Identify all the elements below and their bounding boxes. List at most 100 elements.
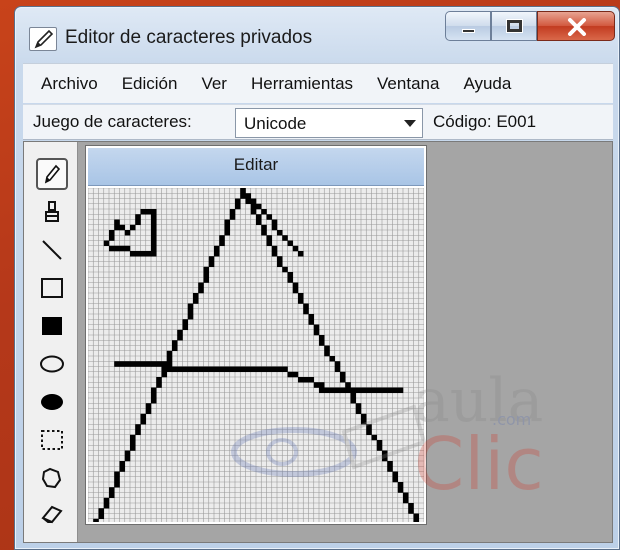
glyph-pixel[interactable] xyxy=(114,219,120,226)
glyph-pixel[interactable] xyxy=(224,366,231,373)
glyph-pixel[interactable] xyxy=(124,450,131,457)
glyph-pixel[interactable] xyxy=(240,188,246,194)
glyph-pixel[interactable] xyxy=(250,366,257,373)
glyph-pixel[interactable] xyxy=(256,366,262,373)
glyph-pixel[interactable] xyxy=(366,387,372,394)
glyph-pixel[interactable] xyxy=(119,461,126,467)
glyph-pixel[interactable] xyxy=(376,387,383,394)
glyph-pixel[interactable] xyxy=(319,340,325,346)
glyph-pixel[interactable] xyxy=(130,224,136,231)
glyph-pixel[interactable] xyxy=(282,266,288,273)
glyph-pixel[interactable] xyxy=(287,272,294,278)
glyph-pixel[interactable] xyxy=(103,240,110,247)
glyph-pixel[interactable] xyxy=(340,387,346,394)
charset-select[interactable]: Unicode xyxy=(235,108,423,138)
glyph-pixel[interactable] xyxy=(392,476,399,483)
glyph-pixel[interactable] xyxy=(177,335,183,341)
glyph-pixel[interactable] xyxy=(193,298,199,304)
glyph-pixel[interactable] xyxy=(214,245,220,252)
tool-freeform-selection[interactable] xyxy=(36,462,68,494)
glyph-pixel[interactable] xyxy=(114,245,120,252)
glyph-pixel[interactable] xyxy=(282,235,288,241)
glyph-pixel[interactable] xyxy=(303,377,309,383)
glyph-pixel[interactable] xyxy=(114,224,120,231)
glyph-pixel[interactable] xyxy=(319,387,325,394)
glyph-pixel[interactable] xyxy=(266,214,273,220)
glyph-pixel[interactable] xyxy=(203,277,210,283)
glyph-pixel[interactable] xyxy=(303,303,309,310)
glyph-pixel[interactable] xyxy=(261,366,267,373)
glyph-pixel[interactable] xyxy=(98,513,105,520)
maximize-button[interactable] xyxy=(491,11,537,41)
glyph-pixel[interactable] xyxy=(177,329,183,336)
glyph-pixel[interactable] xyxy=(151,224,157,231)
glyph-pixel[interactable] xyxy=(287,240,294,247)
glyph-pixel[interactable] xyxy=(140,413,147,420)
glyph-pixel[interactable] xyxy=(182,324,189,331)
glyph-pixel[interactable] xyxy=(93,518,99,525)
glyph-pixel[interactable] xyxy=(130,251,136,257)
glyph-pixel[interactable] xyxy=(329,387,336,394)
glyph-pixel[interactable] xyxy=(292,245,299,252)
glyph-pixel[interactable] xyxy=(261,209,267,215)
glyph-pixel[interactable] xyxy=(308,314,315,320)
glyph-pixel[interactable] xyxy=(109,492,115,499)
title-bar[interactable]: Editor de caracteres privados xyxy=(15,7,619,63)
glyph-pixel[interactable] xyxy=(256,203,262,210)
glyph-pixel[interactable] xyxy=(98,508,105,514)
glyph-pixel[interactable] xyxy=(350,392,357,399)
glyph-pixel[interactable] xyxy=(277,366,283,373)
tool-line[interactable] xyxy=(36,234,68,266)
glyph-pixel[interactable] xyxy=(119,466,126,472)
glyph-pixel[interactable] xyxy=(103,503,110,509)
glyph-pixel[interactable] xyxy=(224,224,231,231)
glyph-pixel[interactable] xyxy=(245,198,252,205)
glyph-pixel[interactable] xyxy=(214,251,220,257)
glyph-grid[interactable] xyxy=(87,187,425,526)
glyph-pixel[interactable] xyxy=(151,214,157,220)
glyph-pixel[interactable] xyxy=(224,230,231,236)
glyph-pixel[interactable] xyxy=(292,371,299,378)
glyph-pixel[interactable] xyxy=(355,408,362,415)
glyph-pixel[interactable] xyxy=(166,366,173,373)
glyph-pixel[interactable] xyxy=(172,366,178,373)
glyph-pixel[interactable] xyxy=(187,308,194,315)
glyph-pixel[interactable] xyxy=(135,214,141,220)
glyph-pixel[interactable] xyxy=(355,387,362,394)
glyph-pixel[interactable] xyxy=(361,413,367,420)
close-button[interactable] xyxy=(537,11,615,41)
glyph-pixel[interactable] xyxy=(313,329,320,336)
glyph-pixel[interactable] xyxy=(140,419,147,425)
tool-filled-rectangle[interactable] xyxy=(36,310,68,342)
glyph-pixel[interactable] xyxy=(298,377,304,383)
glyph-pixel[interactable] xyxy=(271,251,278,257)
glyph-pixel[interactable] xyxy=(103,497,110,504)
glyph-pixel[interactable] xyxy=(135,361,141,367)
glyph-pixel[interactable] xyxy=(382,450,388,457)
glyph-pixel[interactable] xyxy=(277,230,283,236)
glyph-pixel[interactable] xyxy=(271,219,278,226)
glyph-pixel[interactable] xyxy=(119,224,126,231)
menu-ver[interactable]: Ver xyxy=(201,74,227,94)
glyph-pixel[interactable] xyxy=(166,350,173,357)
glyph-pixel[interactable] xyxy=(387,387,393,394)
glyph-pixel[interactable] xyxy=(371,434,378,441)
glyph-pixel[interactable] xyxy=(287,371,294,378)
glyph-pixel[interactable] xyxy=(324,345,330,352)
glyph-pixel[interactable] xyxy=(140,361,147,367)
glyph-pixel[interactable] xyxy=(340,371,346,378)
glyph-pixel[interactable] xyxy=(135,251,141,257)
glyph-pixel[interactable] xyxy=(151,209,157,215)
menu-archivo[interactable]: Archivo xyxy=(41,74,98,94)
glyph-pixel[interactable] xyxy=(214,366,220,373)
minimize-button[interactable] xyxy=(445,11,491,41)
glyph-pixel[interactable] xyxy=(376,445,383,451)
glyph-pixel[interactable] xyxy=(324,350,330,357)
glyph-pixel[interactable] xyxy=(156,361,162,367)
glyph-pixel[interactable] xyxy=(240,366,246,373)
glyph-pixel[interactable] xyxy=(313,382,320,388)
glyph-pixel[interactable] xyxy=(261,230,267,236)
glyph-pixel[interactable] xyxy=(156,377,162,383)
glyph-pixel[interactable] xyxy=(382,387,388,394)
glyph-pixel[interactable] xyxy=(114,482,120,488)
